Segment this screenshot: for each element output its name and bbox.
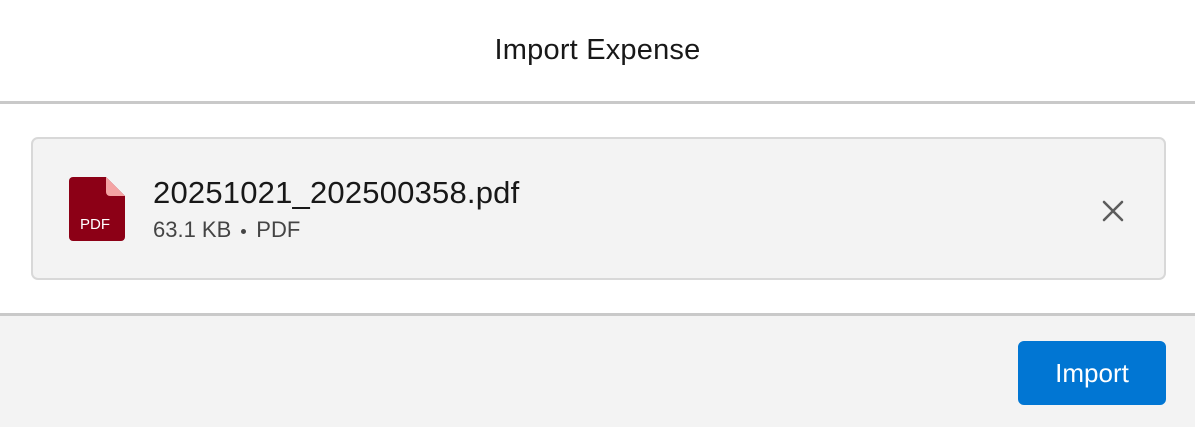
modal-footer: Import [0,313,1195,427]
separator-dot [241,228,247,234]
file-card: PDF 20251021_202500358.pdf 63.1 KB PDF [31,137,1166,280]
pdf-file-icon: PDF [69,177,125,241]
modal-header: Import Expense [0,0,1195,104]
import-button[interactable]: Import [1018,341,1166,405]
pdf-icon-label: PDF [80,216,110,233]
modal-body: PDF 20251021_202500358.pdf 63.1 KB PDF [0,104,1195,313]
file-size: 63.1 KB [153,217,232,242]
file-meta: 63.1 KB PDF [153,217,300,243]
remove-file-button[interactable] [1097,195,1129,227]
file-type: PDF [256,217,301,242]
modal-title: Import Expense [494,34,701,66]
close-icon [1102,200,1124,222]
import-expense-modal: Import Expense PDF 20251021_202500358.pd… [0,0,1195,427]
file-name: 20251021_202500358.pdf [153,175,520,210]
